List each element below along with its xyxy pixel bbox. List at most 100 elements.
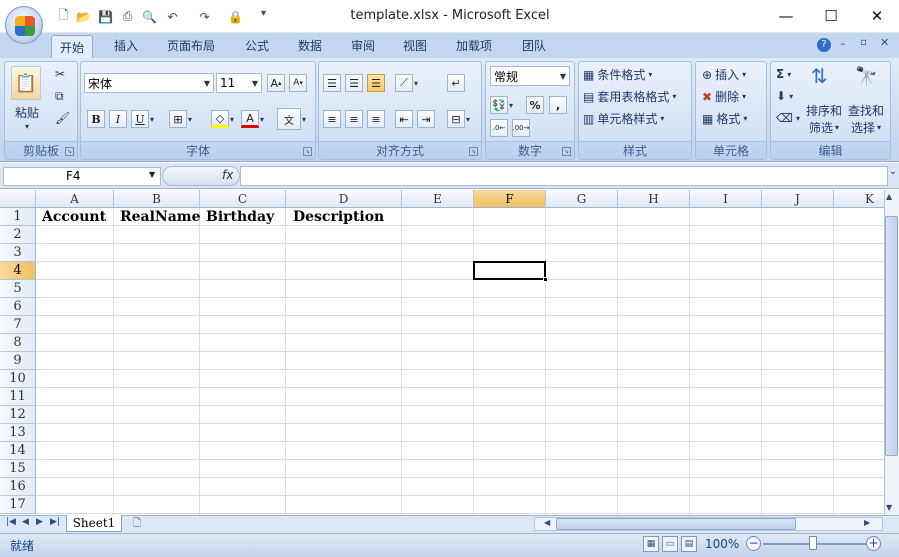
tab-data[interactable]: 数据: [290, 33, 330, 58]
font-size-select[interactable]: 11 ▼: [216, 73, 262, 93]
percent-button[interactable]: %: [526, 96, 545, 114]
row-header-12[interactable]: 12: [0, 406, 36, 424]
expand-formula-bar-icon[interactable]: ⌄: [887, 166, 899, 186]
cell-d1[interactable]: Description: [287, 208, 384, 226]
tab-page-layout[interactable]: 页面布局: [159, 33, 223, 58]
cell-c1[interactable]: Birthday: [200, 208, 274, 226]
paste-button[interactable]: 粘贴: [15, 104, 39, 121]
name-box[interactable]: F4: [3, 167, 161, 186]
print-preview-icon[interactable]: 🔍: [141, 8, 158, 25]
column-header-k[interactable]: K: [834, 190, 884, 208]
row-header-13[interactable]: 13: [0, 424, 36, 442]
row-header-15[interactable]: 15: [0, 460, 36, 478]
column-header-f[interactable]: F: [474, 190, 546, 208]
row-header-10[interactable]: 10: [0, 370, 36, 388]
wrap-text-button[interactable]: ↵: [447, 74, 466, 92]
decrease-indent-button[interactable]: ⇤: [395, 110, 414, 128]
close-button[interactable]: ✕: [855, 4, 899, 28]
clear-button[interactable]: ⌫ ▾: [776, 111, 800, 125]
tab-review[interactable]: 审阅: [343, 33, 383, 58]
zoom-slider-thumb[interactable]: [809, 536, 817, 550]
bold-button[interactable]: B: [87, 110, 106, 128]
column-header-g[interactable]: G: [546, 190, 618, 208]
row-header-16[interactable]: 16: [0, 478, 36, 496]
fill-button[interactable]: ⬇ ▾: [776, 89, 793, 103]
formula-input[interactable]: [240, 166, 888, 186]
paste-icon[interactable]: 📋: [11, 66, 41, 100]
select-all-corner[interactable]: [0, 190, 36, 208]
delete-cells-button[interactable]: ✖ 删除 ▾: [702, 88, 746, 105]
align-center-button[interactable]: ≡: [345, 110, 364, 128]
column-header-a[interactable]: A: [36, 190, 114, 208]
lock-icon[interactable]: 🔒: [227, 8, 244, 25]
sort-filter-button-line2[interactable]: 筛选 ▾: [809, 119, 839, 136]
phonetic-button[interactable]: 文 ▾: [277, 108, 306, 130]
office-button[interactable]: [5, 6, 43, 44]
paste-dropdown-icon[interactable]: ▾: [25, 122, 29, 131]
tab-view[interactable]: 视图: [395, 33, 435, 58]
next-sheet-icon[interactable]: ▶: [36, 517, 43, 527]
page-break-view-icon[interactable]: ▤: [681, 536, 697, 552]
maximize-button[interactable]: ☐: [809, 4, 853, 28]
cell-b1[interactable]: RealName: [114, 208, 201, 226]
open-folder-icon[interactable]: 📂: [75, 8, 92, 25]
autosum-button[interactable]: Σ ▾: [776, 67, 791, 81]
column-header-h[interactable]: H: [618, 190, 690, 208]
cell-a1[interactable]: Account: [36, 208, 106, 226]
first-sheet-icon[interactable]: |◀: [6, 517, 16, 527]
scroll-left-icon[interactable]: ◀: [544, 518, 550, 527]
shrink-font-button[interactable]: A ▾: [289, 74, 308, 92]
tab-addins[interactable]: 加载项: [448, 33, 500, 58]
insert-function-icon[interactable]: fx: [222, 168, 233, 182]
print-icon[interactable]: ⎙: [119, 8, 136, 25]
normal-view-icon[interactable]: ▦: [643, 536, 659, 552]
row-header-17[interactable]: 17: [0, 496, 36, 514]
row-header-7[interactable]: 7: [0, 316, 36, 334]
row-header-1[interactable]: 1: [0, 208, 36, 226]
scroll-up-icon[interactable]: ▲: [886, 192, 892, 201]
minimize-button[interactable]: —: [764, 4, 808, 28]
row-header-4[interactable]: 4: [0, 262, 36, 280]
row-header-14[interactable]: 14: [0, 442, 36, 460]
decrease-decimal-button[interactable]: .00→: [512, 119, 531, 137]
column-header-j[interactable]: J: [762, 190, 834, 208]
last-sheet-icon[interactable]: ▶|: [50, 517, 60, 527]
font-launcher-icon[interactable]: ↘: [303, 147, 312, 156]
copy-icon[interactable]: ⧉: [55, 89, 64, 104]
alignment-launcher-icon[interactable]: ↘: [469, 147, 478, 156]
row-header-9[interactable]: 9: [0, 352, 36, 370]
align-bottom-button[interactable]: ☰: [367, 74, 386, 92]
column-header-c[interactable]: C: [200, 190, 286, 208]
format-painter-icon[interactable]: 🖌: [55, 111, 70, 125]
grow-font-button[interactable]: A ▴: [267, 74, 286, 92]
row-header-11[interactable]: 11: [0, 388, 36, 406]
increase-decimal-button[interactable]: .0←: [490, 119, 509, 137]
cell-styles-button[interactable]: ▥ 单元格样式 ▾: [583, 110, 664, 127]
number-launcher-icon[interactable]: ↘: [562, 147, 571, 156]
accounting-button[interactable]: 💱 ▾: [490, 96, 513, 114]
worksheet-grid[interactable]: A B C D E F G H I J K 1 2 3 4 5 6 7 8 9 …: [0, 190, 884, 515]
find-select-button-line1[interactable]: 查找和: [848, 102, 884, 119]
active-cell-f4[interactable]: [473, 261, 546, 280]
clipboard-launcher-icon[interactable]: ↘: [65, 147, 74, 156]
sheet-tab-sheet1[interactable]: Sheet1: [66, 515, 122, 532]
tab-insert[interactable]: 插入: [106, 33, 146, 58]
fill-handle[interactable]: [543, 277, 548, 282]
column-header-e[interactable]: E: [402, 190, 474, 208]
font-name-select[interactable]: 宋体 ▼: [84, 73, 214, 93]
sort-filter-button-line1[interactable]: 排序和: [806, 102, 842, 119]
format-as-table-button[interactable]: ▤ 套用表格格式 ▾: [583, 88, 676, 105]
cut-icon[interactable]: ✂: [55, 67, 65, 81]
increase-indent-button[interactable]: ⇥: [417, 110, 436, 128]
borders-button[interactable]: ⊞ ▾: [169, 110, 192, 128]
align-middle-button[interactable]: ☰: [345, 74, 364, 92]
column-header-i[interactable]: I: [690, 190, 762, 208]
scroll-right-icon[interactable]: ▶: [864, 518, 870, 527]
fill-color-button[interactable]: ◇ ▾: [211, 110, 234, 128]
align-top-button[interactable]: ☰: [323, 74, 342, 92]
row-header-2[interactable]: 2: [0, 226, 36, 244]
row-header-3[interactable]: 3: [0, 244, 36, 262]
font-color-button[interactable]: A ▾: [241, 110, 264, 128]
undo-icon[interactable]: ↶: [164, 8, 181, 25]
tab-team[interactable]: 团队: [514, 33, 554, 58]
